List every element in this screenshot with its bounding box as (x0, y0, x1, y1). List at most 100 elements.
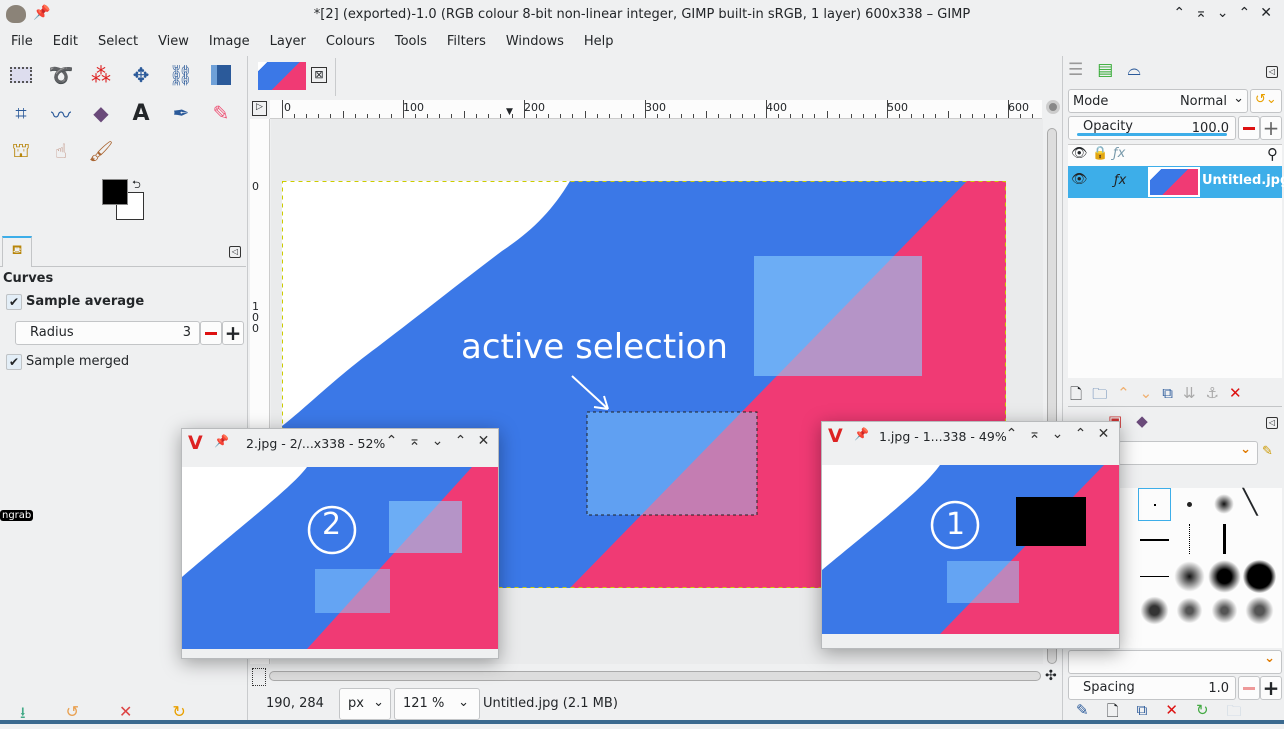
panel-menu-icon[interactable]: ◁ (1266, 66, 1278, 78)
brush-item[interactable] (1138, 594, 1171, 627)
keep-above-icon[interactable]: ⌃ (380, 433, 403, 449)
radius-field[interactable]: Radius 3 (15, 321, 200, 345)
opacity-decrease-button[interactable] (1238, 116, 1260, 140)
horizontal-ruler[interactable]: 0 100 200 300 400 500 600 ▼ (270, 100, 1042, 119)
delete-brush-icon[interactable]: ✕ (1165, 701, 1178, 726)
new-brush-icon[interactable]: 🗋 (1107, 701, 1119, 726)
fuzzy-select-tool-icon[interactable]: ⁂ (86, 60, 116, 90)
keep-below-icon[interactable]: ⌅ (1023, 426, 1046, 442)
color-picker-tool-icon[interactable]: ✒ (166, 98, 196, 128)
tab-tool-options[interactable]: ⛾ (2, 236, 32, 267)
restore-options-icon[interactable]: ↺ (66, 702, 79, 729)
brush-item[interactable] (1243, 594, 1276, 627)
minimize-icon[interactable]: ⌄ (426, 433, 449, 449)
smudge-tool-icon[interactable]: ☝ (46, 136, 76, 166)
close-icon[interactable]: ✕ (1092, 426, 1115, 442)
transform-tool-icon[interactable] (206, 60, 236, 90)
menu-layer[interactable]: Layer (259, 30, 315, 54)
lasso-tool-icon[interactable]: ➰ (46, 60, 76, 90)
menu-image[interactable]: Image (198, 30, 259, 54)
panel-menu-icon[interactable]: ◁ (229, 246, 241, 258)
radius-increase-button[interactable]: + (222, 321, 244, 345)
brush-item[interactable] (1208, 594, 1241, 627)
maximize-icon[interactable]: ⌃ (1239, 5, 1251, 21)
image-viewer-window-1[interactable]: V 📌 1.jpg - 1...338 - 49% ⌃⌅⌄⌃✕ ① 1 (821, 421, 1120, 649)
image-tab-thumbnail[interactable] (258, 62, 306, 90)
mode-select[interactable]: Mode Normal ⌄ (1068, 89, 1248, 113)
close-icon[interactable]: ✕ (472, 433, 495, 449)
brush-item[interactable] (1208, 488, 1241, 521)
reset-options-icon[interactable]: ↻ (172, 702, 185, 729)
composite-mode-button[interactable]: ↺⌄ (1250, 89, 1282, 113)
crop-tool-icon[interactable]: ⌗ (6, 98, 36, 128)
layer-row[interactable]: 👁 ƒx Untitled.jpg (1068, 166, 1284, 198)
text-tool-icon[interactable]: A (126, 98, 156, 128)
tab-channels-icon[interactable]: ▤ (1097, 60, 1113, 80)
brush-item[interactable] (1208, 524, 1241, 557)
save-options-icon[interactable]: ⭳ (20, 702, 26, 729)
duplicate-brush-icon[interactable]: ⧉ (1137, 701, 1148, 726)
menu-colours[interactable]: Colours (315, 30, 384, 54)
brush-item[interactable]: ╲ (1243, 488, 1276, 521)
brush-item[interactable] (1243, 560, 1276, 593)
menu-filters[interactable]: Filters (436, 30, 495, 54)
image-viewer-window-2[interactable]: V 📌 2.jpg - 2/...x338 - 52% ⌃⌅⌄⌃✕ ② 2 (181, 428, 499, 659)
toggle-mask-icon[interactable] (252, 668, 266, 686)
zoom-lock-icon[interactable] (1046, 100, 1060, 114)
spacing-decrease-button[interactable] (1238, 676, 1260, 700)
brush-item[interactable] (1173, 488, 1206, 521)
tab-paths-icon[interactable]: ⌓ (1127, 60, 1140, 80)
spacing-field[interactable]: Spacing 1.0 (1068, 676, 1236, 700)
menu-select[interactable]: Select (87, 30, 147, 54)
clone-tool-icon[interactable]: ⛫ (6, 136, 36, 166)
menu-view[interactable]: View (147, 30, 198, 54)
rect-select-tool-icon[interactable] (6, 60, 36, 90)
brush-item[interactable] (1138, 524, 1171, 557)
navigate-icon[interactable]: ✣ (1045, 668, 1057, 684)
zoom-select[interactable]: 121 % ⌄ (394, 688, 480, 720)
keep-above-icon[interactable]: ⌃ (1173, 5, 1185, 21)
keep-below-icon[interactable]: ⌅ (1195, 5, 1207, 21)
tab-layers-icon[interactable]: ☰ (1068, 60, 1083, 80)
brush-tag-filter[interactable]: ⌄ (1118, 441, 1258, 465)
swap-colors-icon[interactable]: ⮌ (132, 176, 141, 195)
brush-grid[interactable]: ╲ (1118, 488, 1282, 648)
sample-merged-checkbox[interactable]: ✔ (6, 354, 22, 370)
tab-gradients-icon[interactable]: ◆ (1136, 412, 1148, 430)
pin-icon[interactable]: 📌 (854, 427, 869, 441)
close-tab-icon[interactable]: ⊠ (311, 67, 327, 83)
warp-tool-icon[interactable]: 〰 (46, 98, 76, 128)
menu-file[interactable]: File (0, 30, 42, 54)
refresh-brushes-icon[interactable]: ↻ (1196, 701, 1209, 726)
maximize-icon[interactable]: ⌃ (449, 433, 472, 449)
brush-item[interactable] (1208, 560, 1241, 593)
sample-average-checkbox[interactable]: ✔ (6, 294, 22, 310)
spacing-increase-button[interactable]: + (1260, 676, 1282, 700)
unit-select[interactable]: px ⌄ (339, 688, 391, 720)
horizontal-scrollbar[interactable] (269, 671, 1041, 681)
pin-icon[interactable]: 📌 (214, 434, 229, 448)
visibility-icon[interactable]: 👁 (1071, 172, 1088, 187)
quick-mask-toggle[interactable]: ▷ (252, 101, 267, 116)
paintbrush-tool-icon[interactable]: 🖌 (86, 136, 116, 166)
brush-item[interactable] (1173, 594, 1206, 627)
move-tool-icon[interactable]: ✥ (126, 60, 156, 90)
align-tool-icon[interactable]: ⛓ (166, 60, 196, 90)
keep-above-icon[interactable]: ⌃ (1000, 426, 1023, 442)
open-brush-icon[interactable]: 🗀 (1227, 701, 1242, 726)
brush-selected[interactable] (1138, 488, 1171, 521)
brush-editor-icon[interactable]: ✎ (1262, 444, 1273, 459)
brush-item[interactable] (1173, 560, 1206, 593)
opacity-field[interactable]: Opacity 100.0 (1068, 116, 1236, 140)
minimize-icon[interactable]: ⌄ (1217, 5, 1229, 21)
brush-item[interactable] (1138, 560, 1171, 593)
menu-tools[interactable]: Tools (384, 30, 436, 54)
search-icon[interactable]: ⚲ (1267, 145, 1278, 163)
opacity-increase-button[interactable]: + (1260, 116, 1282, 140)
close-icon[interactable]: ✕ (1260, 5, 1272, 21)
minimize-icon[interactable]: ⌄ (1046, 426, 1069, 442)
effects-icon[interactable]: ƒx (1114, 173, 1126, 188)
menu-edit[interactable]: Edit (42, 30, 87, 54)
layer-name[interactable]: Untitled.jpg (1202, 173, 1284, 188)
brush-item[interactable] (1173, 524, 1206, 557)
